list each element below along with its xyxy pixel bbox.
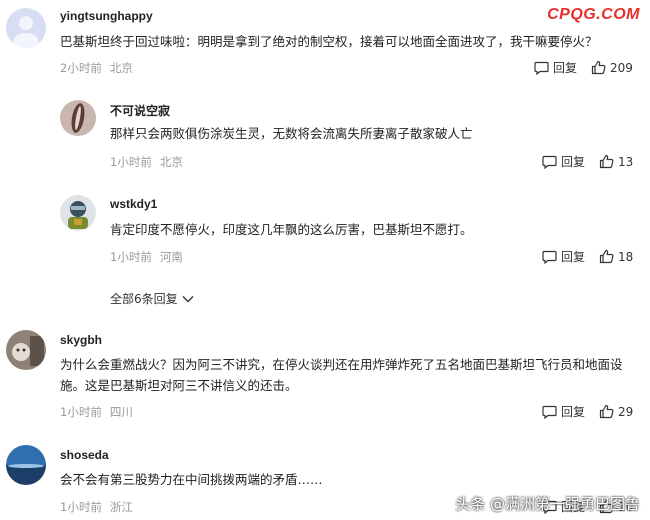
comment-location: 河南	[159, 250, 183, 264]
reply-label: 回复	[561, 405, 586, 419]
username[interactable]: shoseda	[60, 448, 109, 462]
reply-label: 回复	[553, 61, 578, 75]
reply-button[interactable]: 回复	[542, 153, 585, 170]
site-watermark: CPQG.COM	[547, 6, 640, 23]
comment-icon	[542, 405, 557, 419]
reply-button[interactable]: 回复	[542, 248, 585, 265]
username[interactable]: wstkdy1	[110, 197, 157, 211]
comment-actions: 回复 29	[542, 403, 633, 420]
comment-actions: 回复 18	[542, 248, 633, 265]
username[interactable]: yingtsunghappy	[60, 9, 153, 23]
reply-button[interactable]: 回复	[542, 403, 585, 420]
comment-meta: 1小时前 河南	[110, 249, 183, 265]
comment-text: 肯定印度不愿停火，印度这几年飘的这么厉害，巴基斯坦不愿打。	[110, 222, 473, 237]
like-button[interactable]: 209	[591, 60, 633, 75]
like-count: 18	[618, 249, 634, 264]
like-button[interactable]: 13	[599, 154, 633, 169]
like-button[interactable]: 29	[599, 404, 633, 419]
username[interactable]: 不可说空寂	[110, 102, 170, 119]
comment-actions: 回复 209	[534, 59, 633, 76]
comment-text: 巴基斯坦终于回过味啦：明明是拿到了绝对的制空权，接着可以地面全面进攻了，我干嘛要…	[60, 34, 598, 49]
comment-time: 1小时前	[110, 155, 152, 169]
comment-text: 那样只会两败俱伤涂炭生灵，无数将会流离失所妻离子散家破人亡	[110, 126, 473, 141]
comment-time: 1小时前	[110, 250, 152, 264]
comment-time: 2小时前	[60, 61, 102, 75]
comment-meta: 2小时前 北京	[60, 60, 133, 76]
avatar[interactable]	[60, 100, 96, 136]
thumbs-up-icon	[599, 404, 614, 419]
comment-time: 1小时前	[60, 500, 102, 514]
comment-time: 1小时前	[60, 405, 102, 419]
comment-location: 北京	[159, 155, 183, 169]
thumbs-up-icon	[599, 249, 614, 264]
comment-text: 会不会有第三股势力在中间挑拨两端的矛盾……	[60, 472, 323, 487]
comment-icon	[534, 61, 549, 75]
footer-watermark: 头条 @满洲第一强勇巴图鲁	[455, 495, 640, 513]
username[interactable]: skygbh	[60, 333, 102, 347]
comment-text-line2: 施。这是巴基斯坦对阿三不讲信义的还击。	[60, 378, 298, 393]
expand-replies-button[interactable]: 全部6条回复	[110, 290, 194, 307]
comment-text-line1: 为什么会重燃战火？因为阿三不讲究，在停火谈判还在用炸弹炸死了五名地面巴基斯坦飞行…	[60, 357, 623, 372]
comment-actions: 回复 13	[542, 153, 633, 170]
comment-location: 北京	[109, 61, 133, 75]
avatar[interactable]	[6, 445, 46, 485]
like-count: 209	[610, 60, 633, 75]
comment-meta: 1小时前 浙江	[60, 499, 133, 515]
thumbs-up-icon	[591, 60, 606, 75]
avatar[interactable]	[6, 330, 46, 370]
comment-location: 浙江	[109, 500, 133, 514]
comment-meta: 1小时前 北京	[110, 154, 183, 170]
like-count: 13	[618, 154, 634, 169]
reply-button[interactable]: 回复	[534, 59, 577, 76]
comment-icon	[542, 250, 557, 264]
like-count: 29	[618, 404, 634, 419]
thumbs-up-icon	[599, 154, 614, 169]
chevron-down-icon	[182, 295, 194, 302]
expand-replies-label: 全部6条回复	[110, 292, 178, 306]
like-button[interactable]: 18	[599, 249, 633, 264]
avatar[interactable]	[6, 8, 46, 48]
reply-label: 回复	[561, 250, 586, 264]
comment-meta: 1小时前 四川	[60, 404, 133, 420]
avatar[interactable]	[60, 195, 96, 231]
reply-label: 回复	[561, 155, 586, 169]
comment-icon	[542, 155, 557, 169]
comment-location: 四川	[109, 405, 133, 419]
